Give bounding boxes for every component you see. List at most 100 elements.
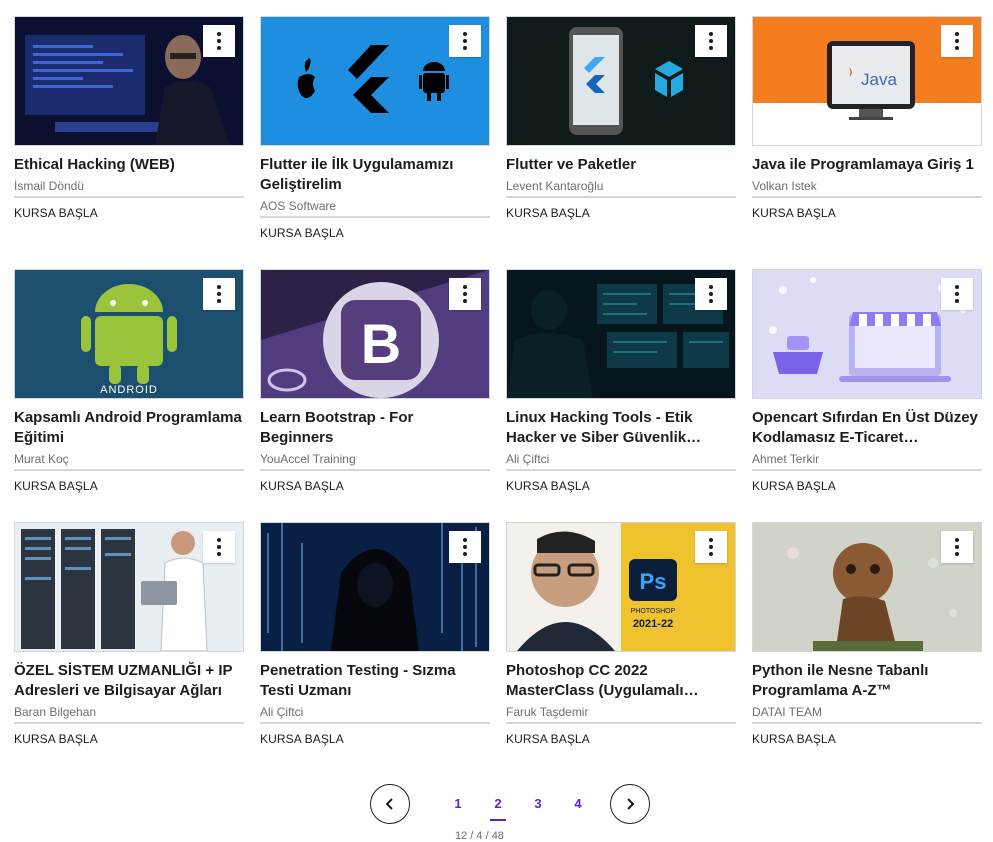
course-grid: Ethical Hacking (WEB) İsmail Döndü KURSA…	[14, 16, 982, 775]
course-card[interactable]: B Learn Bootstrap - For Beginners YouAcc…	[260, 269, 490, 522]
course-thumbnail[interactable]: Java	[752, 16, 982, 146]
kebab-menu-icon	[217, 32, 221, 50]
kebab-menu-icon	[217, 285, 221, 303]
more-options-button[interactable]	[695, 531, 727, 563]
start-course-link[interactable]: KURSA BAŞLA	[752, 731, 982, 747]
course-thumbnail[interactable]	[260, 16, 490, 146]
course-card[interactable]: Penetration Testing - Sızma Testi Uzmanı…	[260, 522, 490, 775]
course-title[interactable]: Flutter ile İlk Uygulamamızı Geliştireli…	[260, 155, 490, 195]
next-page-button[interactable]	[610, 784, 650, 824]
course-card[interactable]: Flutter ile İlk Uygulamamızı Geliştireli…	[260, 16, 490, 269]
course-thumbnail[interactable]	[14, 16, 244, 146]
start-course-link[interactable]: KURSA BAŞLA	[14, 478, 244, 494]
course-title[interactable]: Learn Bootstrap - For Beginners	[260, 408, 490, 448]
start-course-link[interactable]: KURSA BAŞLA	[14, 731, 244, 747]
course-title[interactable]: Python ile Nesne Tabanlı Programlama A-Z…	[752, 661, 982, 701]
chevron-left-icon	[385, 798, 393, 810]
course-title[interactable]: Ethical Hacking (WEB)	[14, 155, 244, 175]
more-options-button[interactable]	[203, 531, 235, 563]
more-options-button[interactable]	[203, 25, 235, 57]
more-options-button[interactable]	[695, 278, 727, 310]
course-title[interactable]: Kapsamlı Android Programlama Eğitimi	[14, 408, 244, 448]
course-title[interactable]: Penetration Testing - Sızma Testi Uzmanı	[260, 661, 490, 701]
course-thumbnail[interactable]	[752, 269, 982, 399]
course-thumbnail[interactable]: B	[260, 269, 490, 399]
course-card[interactable]: Ps PHOTOSHOP 2021-22 Photoshop CC 2022 Mas…	[506, 522, 736, 775]
course-title[interactable]: Java ile Programlamaya Giriş 1	[752, 155, 982, 175]
divider	[506, 469, 736, 471]
start-course-link[interactable]: KURSA BAŞLA	[14, 205, 244, 221]
course-thumbnail[interactable]	[506, 16, 736, 146]
kebab-menu-icon	[709, 285, 713, 303]
course-card[interactable]: ANDROID Kapsamlı Android Programlama Eği…	[14, 269, 244, 522]
page-numbers: 1234	[438, 784, 598, 824]
svg-text:Java: Java	[861, 70, 897, 89]
more-options-button[interactable]	[449, 25, 481, 57]
divider	[260, 216, 490, 218]
svg-text:Ps: Ps	[640, 569, 667, 594]
divider	[752, 469, 982, 471]
course-thumbnail[interactable]	[752, 522, 982, 652]
divider	[260, 469, 490, 471]
more-options-button[interactable]	[695, 25, 727, 57]
page-info: 12 / 4 / 48	[455, 830, 504, 842]
course-instructor: Ahmet Terkir	[752, 452, 820, 466]
start-course-link[interactable]: KURSA BAŞLA	[506, 731, 736, 747]
course-title[interactable]: Linux Hacking Tools - Etik Hacker ve Sib…	[506, 408, 736, 448]
start-course-link[interactable]: KURSA BAŞLA	[506, 478, 736, 494]
course-card[interactable]: Ethical Hacking (WEB) İsmail Döndü KURSA…	[14, 16, 244, 269]
page-number-4[interactable]: 4	[558, 784, 598, 824]
svg-text:PHOTOSHOP: PHOTOSHOP	[631, 608, 676, 615]
course-instructor: Baran Bilgehan	[14, 705, 97, 719]
course-instructor: YouAccel Training	[260, 452, 356, 466]
more-options-button[interactable]	[941, 25, 973, 57]
divider	[260, 722, 490, 724]
course-instructor: Ali Çiftci	[260, 705, 304, 719]
course-title[interactable]: ÖZEL SİSTEM UZMANLIĞI + IP Adresleri ve …	[14, 661, 244, 701]
svg-text:2021-22: 2021-22	[633, 618, 673, 630]
svg-text:ANDROID: ANDROID	[100, 384, 158, 396]
course-thumbnail[interactable]: Ps PHOTOSHOP 2021-22	[506, 522, 736, 652]
more-options-button[interactable]	[449, 531, 481, 563]
course-title[interactable]: Photoshop CC 2022 MasterClass (Uygulamal…	[506, 661, 736, 701]
start-course-link[interactable]: KURSA BAŞLA	[506, 205, 736, 221]
course-instructor: DATAI TEAM	[752, 705, 823, 719]
course-title[interactable]: Opencart Sıfırdan En Üst Düzey Kodlaması…	[752, 408, 982, 448]
prev-page-button[interactable]	[370, 784, 410, 824]
page-number-2[interactable]: 2	[478, 784, 518, 824]
divider	[752, 196, 982, 198]
course-instructor: Faruk Taşdemir	[506, 705, 589, 719]
divider	[752, 722, 982, 724]
kebab-menu-icon	[955, 538, 959, 556]
course-thumbnail[interactable]	[260, 522, 490, 652]
divider	[506, 196, 736, 198]
more-options-button[interactable]	[941, 531, 973, 563]
kebab-menu-icon	[217, 538, 221, 556]
course-thumbnail[interactable]: ANDROID	[14, 269, 244, 399]
course-thumbnail[interactable]	[14, 522, 244, 652]
page-number-1[interactable]: 1	[438, 784, 478, 824]
kebab-menu-icon	[463, 285, 467, 303]
page-number-3[interactable]: 3	[518, 784, 558, 824]
course-card[interactable]: Opencart Sıfırdan En Üst Düzey Kodlaması…	[752, 269, 982, 522]
divider	[506, 722, 736, 724]
start-course-link[interactable]: KURSA BAŞLA	[752, 478, 982, 494]
more-options-button[interactable]	[449, 278, 481, 310]
kebab-menu-icon	[463, 32, 467, 50]
course-card[interactable]: Linux Hacking Tools - Etik Hacker ve Sib…	[506, 269, 736, 522]
start-course-link[interactable]: KURSA BAŞLA	[260, 478, 490, 494]
course-card[interactable]: Python ile Nesne Tabanlı Programlama A-Z…	[752, 522, 982, 775]
course-thumbnail[interactable]	[506, 269, 736, 399]
course-card[interactable]: Flutter ve Paketler Levent Kantaroğlu KU…	[506, 16, 736, 269]
divider	[14, 722, 244, 724]
start-course-link[interactable]: KURSA BAŞLA	[260, 225, 490, 241]
start-course-link[interactable]: KURSA BAŞLA	[260, 731, 490, 747]
course-card[interactable]: Java Java ile Programlamaya Giriş 1 Volk…	[752, 16, 982, 269]
course-instructor: Ali Çiftci	[506, 452, 550, 466]
more-options-button[interactable]	[941, 278, 973, 310]
course-card[interactable]: ÖZEL SİSTEM UZMANLIĞI + IP Adresleri ve …	[14, 522, 244, 775]
course-title[interactable]: Flutter ve Paketler	[506, 155, 736, 175]
start-course-link[interactable]: KURSA BAŞLA	[752, 205, 982, 221]
kebab-menu-icon	[709, 32, 713, 50]
more-options-button[interactable]	[203, 278, 235, 310]
